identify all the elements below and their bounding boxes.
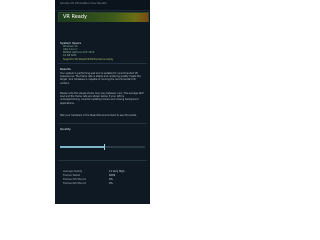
results-heading: Results <box>60 67 71 71</box>
divider-1 <box>58 63 147 64</box>
stat-value-3: 0% <box>109 178 113 181</box>
quality-bar <box>60 146 145 148</box>
phone-screen: Sample VR Workstation Dev Results VR Rea… <box>55 0 150 204</box>
stat-value-2: 8209 <box>109 174 116 177</box>
spec-highlight-line: Supports VR SteamVR Performance ready <box>63 58 113 61</box>
results-paragraph-2: Please note the values shown may vary be… <box>60 92 144 105</box>
vr-ready-title: VR Ready <box>63 14 88 20</box>
stat-key-1: Average Quality <box>63 170 83 173</box>
results-paragraph-1: Your system is performing well and is su… <box>60 72 141 85</box>
stat-key-2: Frames Tested <box>63 174 81 177</box>
stat-value-4: 0% <box>109 182 113 185</box>
results-paragraph-3: Test your hardware in the SteamVR enviro… <box>60 114 137 117</box>
quality-heading: Quality <box>60 127 71 131</box>
quality-bar-fill <box>60 146 105 148</box>
quality-marker <box>104 144 106 150</box>
results-content: System Specs Windows 10 Intel Core i7 NV… <box>55 22 150 204</box>
stat-key-4: Frames GPU Bound <box>63 182 86 185</box>
divider-2 <box>58 123 147 124</box>
divider-3 <box>58 160 147 161</box>
status-text: Sample VR Workstation Dev Results <box>60 2 107 5</box>
stage: Sample VR Workstation Dev Results VR Rea… <box>0 0 204 204</box>
stat-value-1: 11 Very High <box>109 170 125 173</box>
stat-key-3: Frames CPU Bound <box>63 178 86 181</box>
spec-line-4: 16 GB RAM <box>63 54 77 57</box>
status-bar: Sample VR Workstation Dev Results <box>55 0 150 11</box>
